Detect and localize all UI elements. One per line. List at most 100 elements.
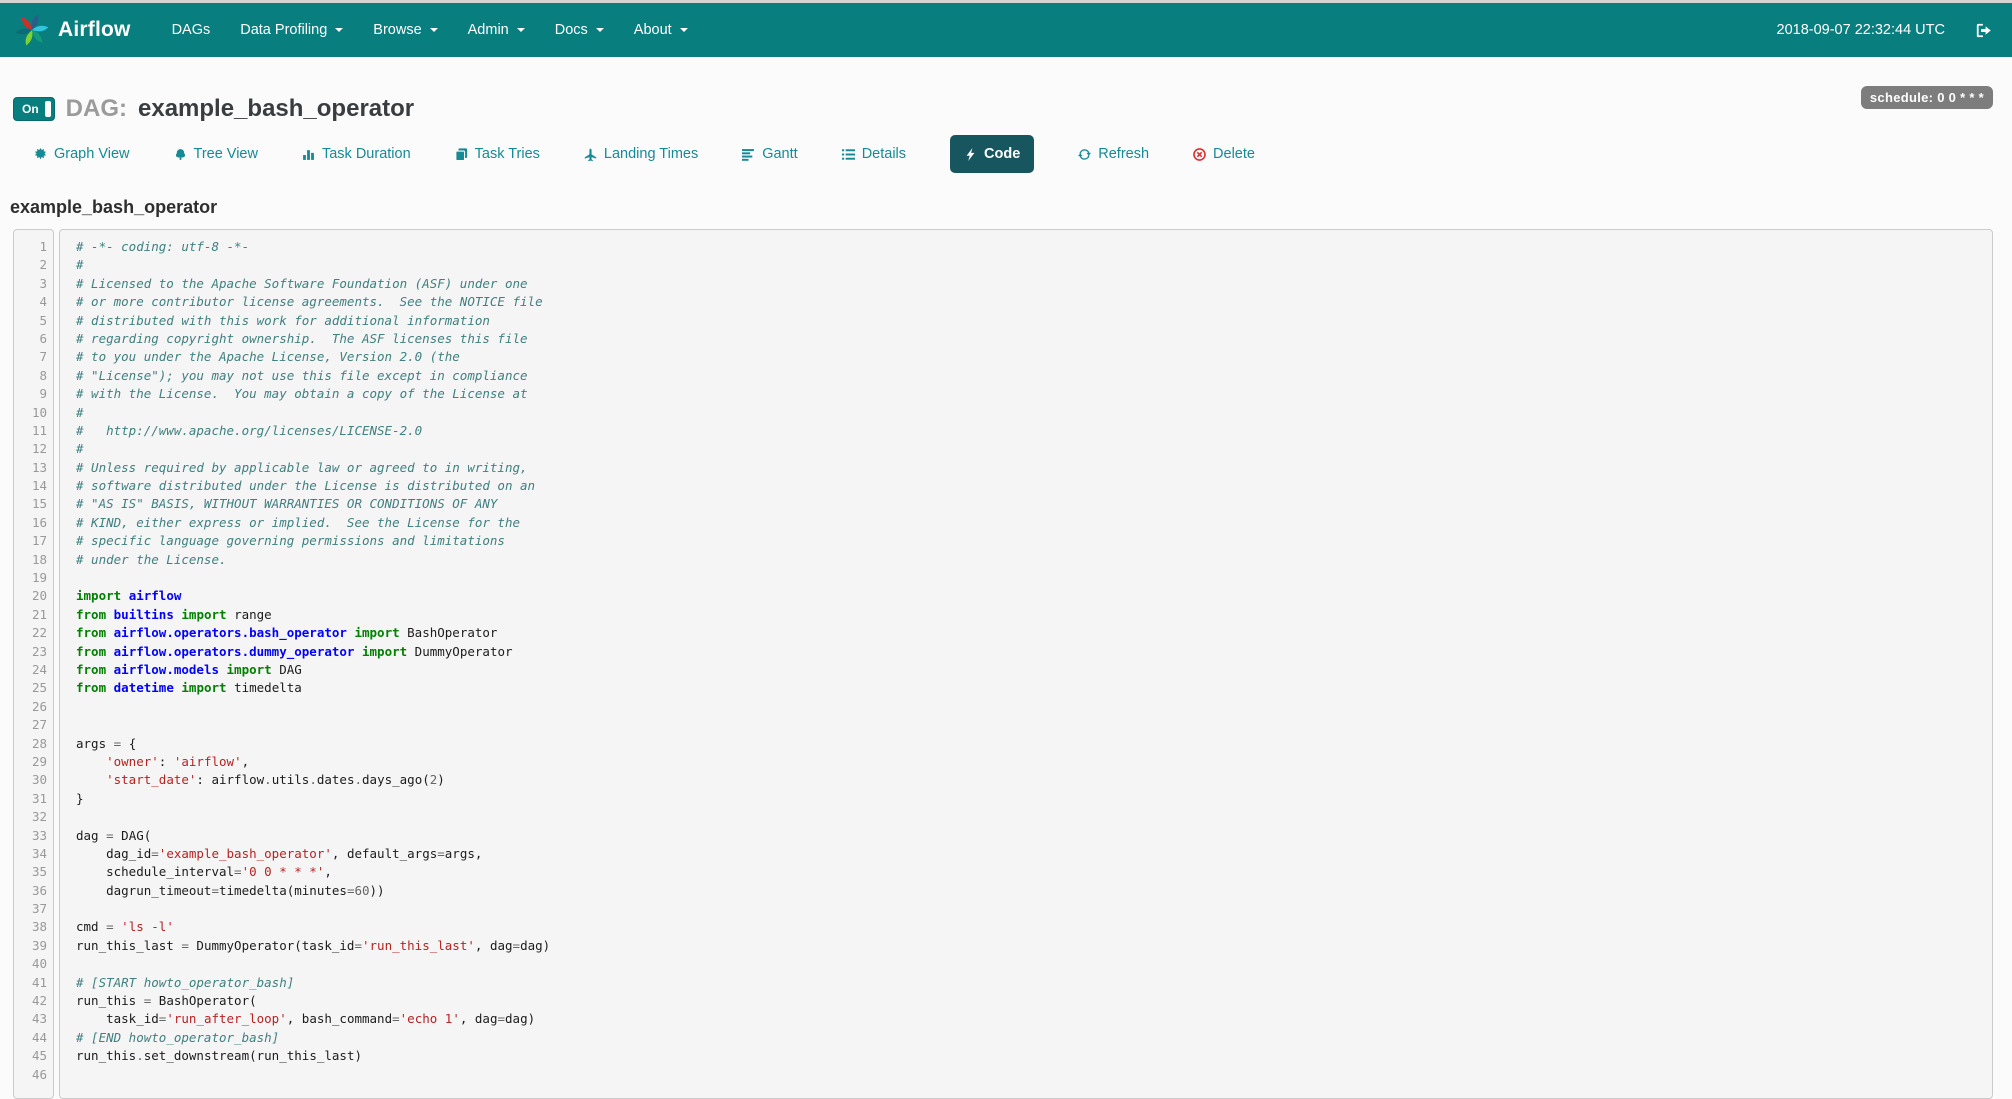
code-pane: # -*- coding: utf-8 -*-## Licensed to th… (59, 229, 1993, 1099)
line-number: 27 (14, 716, 47, 734)
certificate-icon (34, 148, 47, 161)
navbar-right: 2018-09-07 22:32:44 UTC (1777, 22, 1992, 39)
tab-code[interactable]: Code (950, 135, 1034, 173)
line-number: 37 (14, 900, 47, 918)
line-number: 29 (14, 753, 47, 771)
line-number: 1 (14, 238, 47, 256)
line-number: 26 (14, 698, 47, 716)
logout-button[interactable] (1975, 22, 1992, 39)
code-line: from airflow.operators.dummy_operator im… (76, 643, 1982, 661)
line-number: 34 (14, 845, 47, 863)
tab-task-duration[interactable]: Task Duration (302, 146, 411, 162)
code-line: from datetime import timedelta (76, 679, 1982, 697)
line-number: 41 (14, 974, 47, 992)
tab-label: Details (862, 146, 906, 162)
tab-label: Task Duration (322, 146, 411, 162)
code-line: args = { (76, 735, 1982, 753)
brand-title: Airflow (58, 18, 131, 42)
tab-details[interactable]: Details (842, 146, 906, 162)
refresh-icon (1078, 148, 1091, 161)
line-number: 46 (14, 1066, 47, 1084)
line-number: 3 (14, 275, 47, 293)
line-number: 18 (14, 551, 47, 569)
line-number-gutter: 1234567891011121314151617181920212223242… (13, 229, 54, 1099)
caret-down-icon (680, 28, 688, 32)
nav-item-label: DAGs (172, 22, 211, 38)
code-line: run_this.set_downstream(run_this_last) (76, 1047, 1982, 1065)
line-number: 39 (14, 937, 47, 955)
line-number: 33 (14, 827, 47, 845)
code-line: # "AS IS" BASIS, WITHOUT WARRANTIES OR C… (76, 495, 1982, 513)
dag-state-toggle[interactable]: On (13, 97, 55, 121)
code-line (76, 1066, 1982, 1084)
line-number: 13 (14, 459, 47, 477)
line-number: 25 (14, 679, 47, 697)
plane-icon (584, 148, 597, 161)
tab-delete[interactable]: Delete (1193, 146, 1255, 162)
tab-label: Landing Times (604, 146, 698, 162)
line-number: 16 (14, 514, 47, 532)
view-tabs: Graph View Tree View Task Duration Task Tri… (13, 131, 1993, 177)
code-line: dag_id='example_bash_operator', default_… (76, 845, 1982, 863)
code-line: # Licensed to the Apache Software Founda… (76, 275, 1982, 293)
line-number: 40 (14, 955, 47, 973)
line-number: 21 (14, 606, 47, 624)
dag-prefix-label: DAG: (66, 95, 127, 123)
nav-item-data-profiling[interactable]: Data Profiling (225, 3, 358, 57)
line-number: 44 (14, 1029, 47, 1047)
code-line: # Unless required by applicable law or a… (76, 459, 1982, 477)
code-line: # KIND, either express or implied. See t… (76, 514, 1982, 532)
align-left-icon (742, 148, 755, 161)
line-number: 45 (14, 1047, 47, 1065)
code-line: 'start_date': airflow.utils.dates.days_a… (76, 771, 1982, 789)
remove-circle-icon (1193, 148, 1206, 161)
line-number: 19 (14, 569, 47, 587)
nav-item-admin[interactable]: Admin (453, 3, 540, 57)
nav-item-label: Admin (468, 22, 509, 38)
schedule-badge: schedule: 0 0 * * * (1861, 86, 1993, 109)
line-number: 14 (14, 477, 47, 495)
utc-clock: 2018-09-07 22:32:44 UTC (1777, 22, 1945, 38)
line-number: 10 (14, 404, 47, 422)
line-number: 22 (14, 624, 47, 642)
tab-refresh[interactable]: Refresh (1078, 146, 1149, 162)
tab-graph-view[interactable]: Graph View (34, 146, 130, 162)
page-content: schedule: 0 0 * * * On DAG: example_bash… (0, 57, 2012, 1099)
nav-item-dags[interactable]: DAGs (157, 3, 226, 57)
code-line: # to you under the Apache License, Versi… (76, 348, 1982, 366)
code-line: # or more contributor license agreements… (76, 293, 1982, 311)
code-line (76, 698, 1982, 716)
nav-item-about[interactable]: About (619, 3, 703, 57)
tab-landing-times[interactable]: Landing Times (584, 146, 698, 162)
code-line: # distributed with this work for additio… (76, 312, 1982, 330)
caret-down-icon (517, 28, 525, 32)
airflow-brand[interactable]: Airflow (14, 12, 131, 48)
tab-task-tries[interactable]: Task Tries (455, 146, 540, 162)
caret-down-icon (335, 28, 343, 32)
tab-tree-view[interactable]: Tree View (174, 146, 258, 162)
code-line: schedule_interval='0 0 * * *', (76, 863, 1982, 881)
navbar-menu: DAGs Data Profiling Browse Admin DocsAbout (157, 3, 703, 57)
section-heading: example_bash_operator (10, 197, 1993, 218)
line-number: 6 (14, 330, 47, 348)
code-line: from builtins import range (76, 606, 1982, 624)
line-number: 15 (14, 495, 47, 513)
tab-label: Graph View (54, 146, 130, 162)
toggle-knob-icon (45, 101, 51, 117)
bolt-icon (964, 148, 977, 161)
code-line: # specific language governing permission… (76, 532, 1982, 550)
duplicate-icon (455, 148, 468, 161)
nav-item-browse[interactable]: Browse (358, 3, 452, 57)
code-line (76, 569, 1982, 587)
tab-gantt[interactable]: Gantt (742, 146, 797, 162)
code-line: # under the License. (76, 551, 1982, 569)
bar-chart-icon (302, 148, 315, 161)
line-number: 31 (14, 790, 47, 808)
code-line: # regarding copyright ownership. The ASF… (76, 330, 1982, 348)
line-number: 32 (14, 808, 47, 826)
nav-item-label: Browse (373, 22, 421, 38)
code-line: # (76, 440, 1982, 458)
nav-item-docs[interactable]: Docs (540, 3, 619, 57)
line-number: 38 (14, 918, 47, 936)
line-number: 12 (14, 440, 47, 458)
